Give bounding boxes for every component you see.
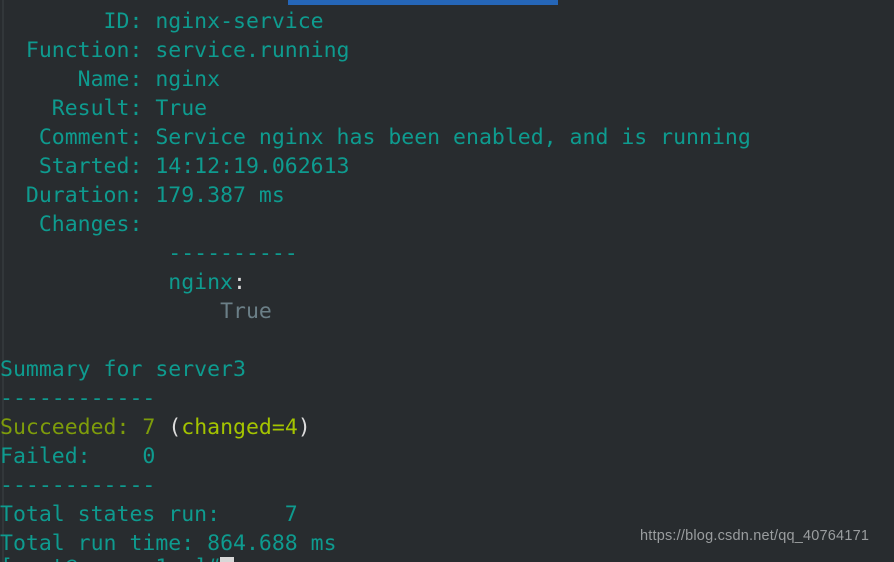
id-space (142, 9, 155, 34)
succeeded-value: 7 (142, 415, 156, 440)
changes-key: nginx (168, 270, 234, 295)
result-space (142, 96, 155, 121)
shell-prompt-text: [root@server1 ~]# (0, 555, 220, 562)
summary-succeeded: Succeeded: 7 (changed=4) (0, 413, 894, 442)
duration-value: 179.387 ms (155, 183, 285, 208)
changes-value: True (220, 299, 272, 324)
succeeded-gap2 (155, 415, 168, 440)
text-cursor (220, 557, 235, 562)
changed-open-paren: ( (168, 415, 182, 440)
id-label: ID: (0, 9, 143, 34)
output-line-started: Started: 14:12:19.062613 (0, 152, 894, 181)
summary-separator-bottom-text: ------------ (0, 473, 156, 498)
console-output: ID: nginx-service Function: service.runn… (0, 5, 894, 558)
succeeded-label: Succeeded: (0, 415, 130, 440)
failed-gap (91, 444, 143, 469)
function-label: Function: (0, 38, 143, 63)
total-states-value: 7 (284, 502, 298, 527)
output-line-duration: Duration: 179.387 ms (0, 181, 894, 210)
terminal-window: ID: nginx-service Function: service.runn… (0, 0, 894, 562)
succeeded-gap (129, 415, 142, 440)
summary-separator-top: ------------ (0, 384, 894, 413)
summary-separator-top-text: ------------ (0, 386, 156, 411)
summary-heading: Summary for server3 (0, 355, 894, 384)
started-value: 14:12:19.062613 (155, 154, 350, 179)
changed-text: changed=4 (181, 415, 298, 440)
output-line-blank-1 (0, 326, 894, 355)
id-value: nginx-service (155, 9, 324, 34)
failed-label: Failed: (0, 444, 91, 469)
output-line-id: ID: nginx-service (0, 7, 894, 36)
failed-value: 0 (142, 444, 156, 469)
function-value: service.running (155, 38, 350, 63)
output-line-changes-separator: ---------- (0, 239, 894, 268)
duration-label: Duration: (0, 183, 143, 208)
summary-failed: Failed: 0 (0, 442, 894, 471)
output-line-function: Function: service.running (0, 36, 894, 65)
duration-space (142, 183, 155, 208)
total-states-gap (220, 502, 285, 527)
summary-total-states: Total states run: 7 (0, 500, 894, 529)
output-line-comment: Comment: Service nginx has been enabled,… (0, 123, 894, 152)
changes-key-colon: : (233, 270, 246, 295)
started-space (142, 154, 155, 179)
name-label: Name: (0, 67, 143, 92)
comment-label: Comment: (0, 125, 143, 150)
name-space (142, 67, 155, 92)
output-line-changes-value: True (0, 297, 894, 326)
result-value: True (155, 96, 208, 121)
output-line-result: Result: True (0, 94, 894, 123)
function-space (142, 38, 155, 63)
changed-close-paren: ) (297, 415, 311, 440)
watermark-url: https://blog.csdn.net/qq_40764171 (640, 528, 870, 544)
comment-value: Service nginx has been enabled, and is r… (155, 125, 751, 150)
output-line-changes: Changes: (0, 210, 894, 239)
summary-heading-text: Summary for server3 (0, 357, 246, 382)
name-value: nginx (155, 67, 221, 92)
shell-prompt-line[interactable]: [root@server1 ~]# (0, 553, 894, 562)
output-line-name: Name: nginx (0, 65, 894, 94)
total-states-label: Total states run: (0, 502, 221, 527)
changes-label: Changes: (0, 212, 143, 237)
started-label: Started: (0, 154, 143, 179)
comment-space (142, 125, 155, 150)
summary-separator-bottom: ------------ (0, 471, 894, 500)
changes-separator: ---------- (168, 241, 298, 266)
output-line-changes-key: nginx: (0, 268, 894, 297)
result-label: Result: (0, 96, 143, 121)
